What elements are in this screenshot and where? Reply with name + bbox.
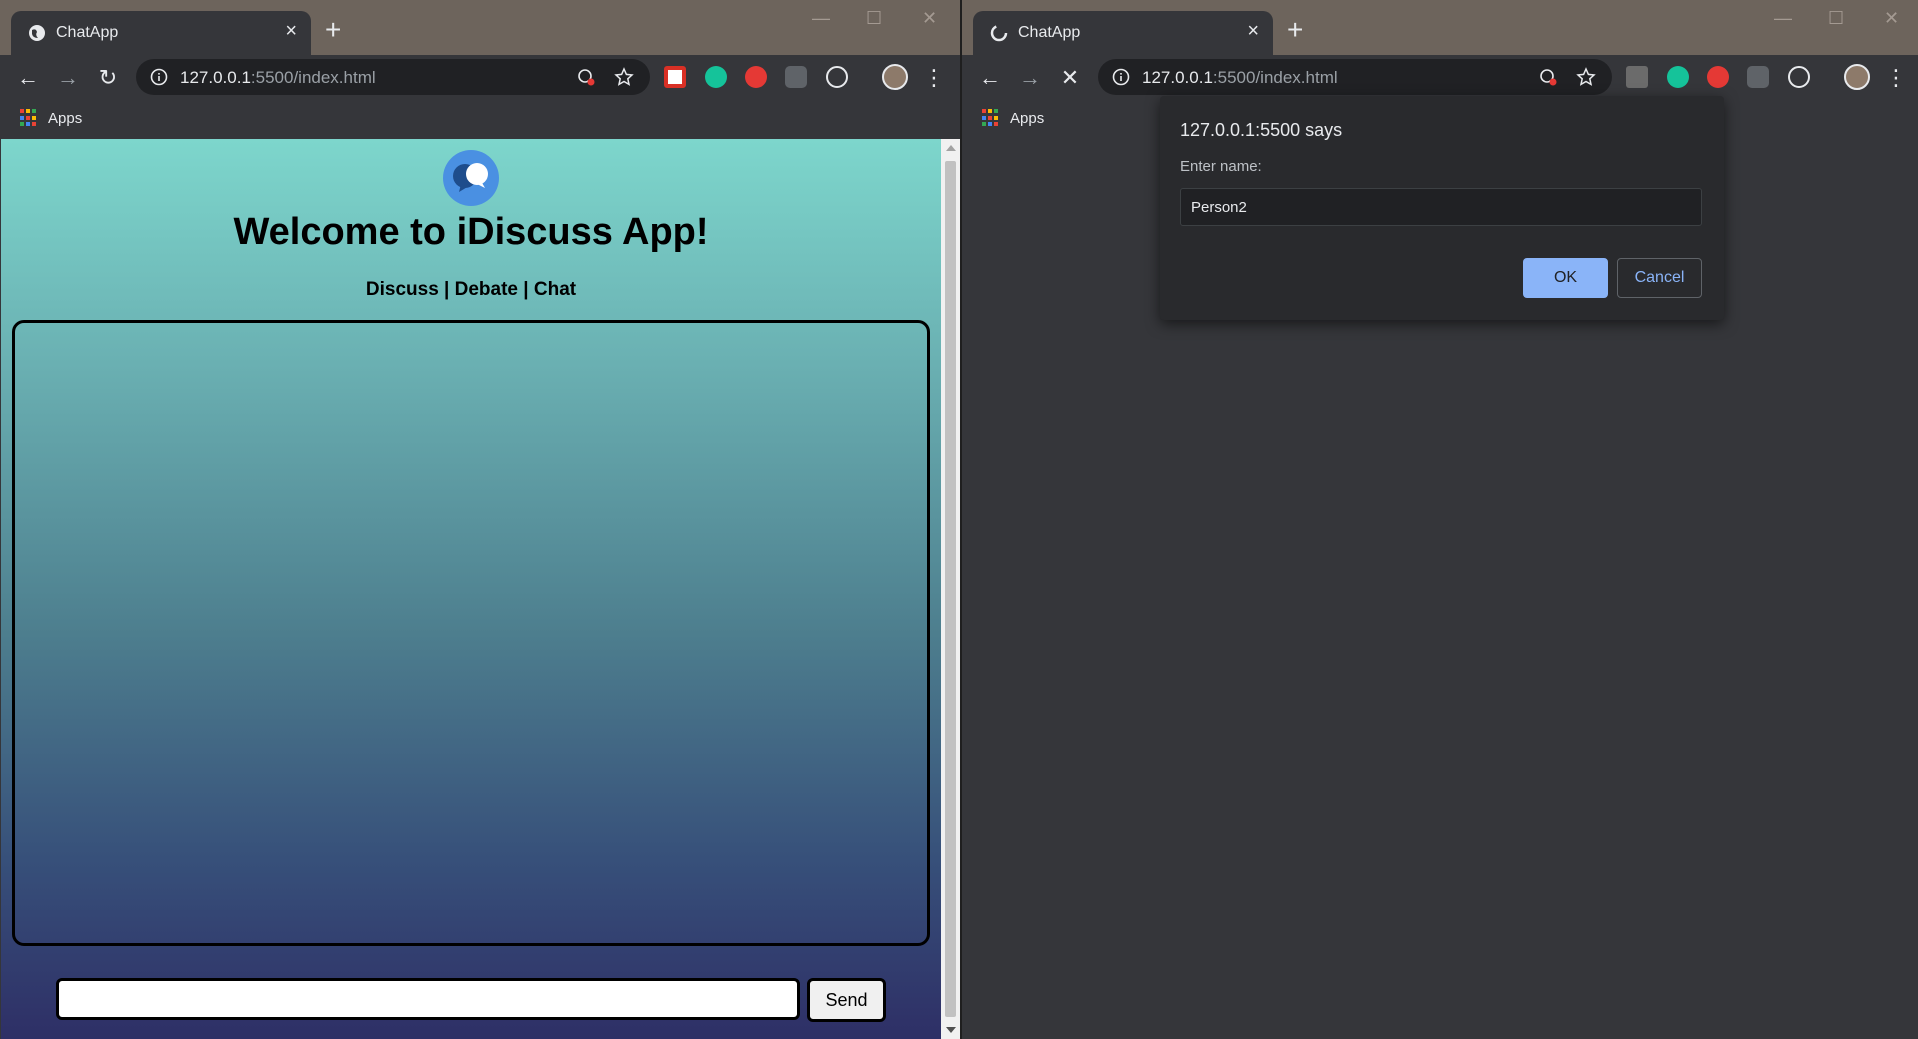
prompt-dialog: 127.0.0.1:5500 says Enter name: OK Cance… — [1160, 96, 1724, 320]
tracking-blocked-icon[interactable] — [1538, 67, 1558, 87]
media-extension-icon[interactable] — [1747, 66, 1769, 88]
info-icon[interactable] — [1112, 68, 1130, 86]
back-icon[interactable]: ← — [14, 64, 42, 92]
pocket-extension-icon[interactable] — [664, 66, 686, 88]
react-devtools-icon[interactable] — [1788, 66, 1810, 88]
dialog-message: Enter name: — [1180, 158, 1262, 175]
tab-chatapp[interactable]: ChatApp × — [973, 11, 1273, 55]
react-devtools-icon[interactable] — [826, 66, 848, 88]
apps-bookmark-label[interactable]: Apps — [48, 110, 82, 127]
toolbar: ← → ↻ 127.0.0.1:5500/index.html ⋮ — [0, 55, 960, 100]
grammarly-extension-icon[interactable] — [705, 66, 727, 88]
dialog-title: 127.0.0.1:5500 says — [1180, 120, 1343, 140]
scroll-up-icon[interactable] — [946, 145, 956, 151]
name-input[interactable] — [1180, 188, 1702, 226]
browser-window-left: ChatApp × + — ☐ ✕ ← → ↻ 127.0.0.1:5500/i… — [0, 0, 960, 1039]
tab-close-icon[interactable]: × — [1247, 21, 1259, 41]
address-bar[interactable]: 127.0.0.1:5500/index.html — [1098, 59, 1612, 95]
apps-grid-icon[interactable] — [20, 109, 38, 127]
page-viewport: Welcome to iDiscuss App! Discuss | Debat… — [1, 139, 941, 1039]
tab-title: ChatApp — [1018, 24, 1081, 41]
adblock-extension-icon[interactable] — [745, 66, 767, 88]
message-container — [12, 320, 930, 946]
message-input[interactable] — [56, 978, 800, 1020]
scroll-thumb[interactable] — [945, 161, 956, 1017]
pocket-extension-icon[interactable] — [1626, 66, 1648, 88]
bookmark-star-icon[interactable] — [1576, 67, 1596, 87]
back-icon[interactable]: ← — [976, 64, 1004, 92]
forward-icon[interactable]: → — [1016, 64, 1044, 92]
cancel-button[interactable]: Cancel — [1617, 258, 1702, 298]
tab-title: ChatApp — [56, 24, 119, 41]
globe-icon — [29, 25, 45, 41]
page-scrollbar[interactable] — [941, 139, 960, 1039]
tab-chatapp[interactable]: ChatApp × — [11, 11, 311, 55]
chat-bubbles-logo-icon — [443, 150, 499, 206]
info-icon[interactable] — [150, 68, 168, 86]
page-title: Welcome to iDiscuss App! — [233, 211, 709, 253]
browser-window-right: ChatApp × + — ☐ ✕ ← → ✕ 127.0.0.1:5500/i… — [962, 0, 1918, 1039]
new-tab-icon[interactable]: + — [1287, 16, 1303, 44]
profile-avatar[interactable] — [1844, 64, 1870, 90]
url-text: 127.0.0.1:5500/index.html — [180, 68, 376, 87]
grammarly-extension-icon[interactable] — [1667, 66, 1689, 88]
url-text: 127.0.0.1:5500/index.html — [1142, 68, 1338, 87]
window-close-icon[interactable]: ✕ — [1884, 8, 1899, 29]
tagline: Discuss | Debate | Chat — [365, 279, 577, 300]
media-extension-icon[interactable] — [785, 66, 807, 88]
new-tab-icon[interactable]: + — [325, 16, 341, 44]
maximize-icon[interactable]: ☐ — [866, 8, 882, 29]
tracking-blocked-icon[interactable] — [576, 67, 596, 87]
loading-spinner-icon — [990, 24, 1008, 42]
forward-icon[interactable]: → — [54, 64, 82, 92]
ok-button[interactable]: OK — [1523, 258, 1608, 298]
title-bar: ChatApp × + — ☐ ✕ — [0, 0, 960, 55]
minimize-icon[interactable]: — — [1774, 8, 1792, 29]
scroll-down-icon[interactable] — [946, 1027, 956, 1033]
apps-bookmark-label[interactable]: Apps — [1010, 110, 1044, 127]
bookmark-star-icon[interactable] — [614, 67, 634, 87]
profile-avatar[interactable] — [882, 64, 908, 90]
send-button[interactable]: Send — [807, 978, 886, 1022]
tab-close-icon[interactable]: × — [285, 21, 297, 41]
address-bar[interactable]: 127.0.0.1:5500/index.html — [136, 59, 650, 95]
reload-icon[interactable]: ↻ — [94, 64, 122, 92]
stop-loading-icon[interactable]: ✕ — [1056, 64, 1084, 92]
toolbar: ← → ✕ 127.0.0.1:5500/index.html ⋮ — [962, 55, 1918, 100]
apps-grid-icon[interactable] — [982, 109, 1000, 127]
maximize-icon[interactable]: ☐ — [1828, 8, 1844, 29]
minimize-icon[interactable]: — — [812, 8, 830, 29]
bookmarks-bar: Apps — [0, 100, 960, 138]
adblock-extension-icon[interactable] — [1707, 66, 1729, 88]
title-bar: ChatApp × + — ☐ ✕ — [962, 0, 1918, 55]
window-close-icon[interactable]: ✕ — [922, 8, 937, 29]
menu-kebab-icon[interactable]: ⋮ — [920, 64, 948, 92]
menu-kebab-icon[interactable]: ⋮ — [1882, 64, 1910, 92]
